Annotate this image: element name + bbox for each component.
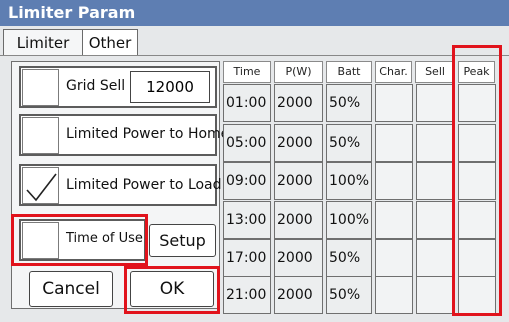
peak-checkbox[interactable]: [458, 201, 496, 239]
sell-checkbox[interactable]: [416, 239, 454, 277]
time-of-use-label: Time of Use: [66, 231, 143, 246]
charge-checkbox[interactable]: [375, 201, 413, 239]
check-icon: [26, 173, 57, 202]
batt-cell[interactable]: 50%: [326, 239, 372, 277]
peak-checkbox[interactable]: [458, 239, 496, 277]
charge-checkbox[interactable]: [375, 162, 413, 200]
tab-limiter[interactable]: Limiter: [3, 29, 83, 56]
limited-home-checkbox[interactable]: [22, 117, 59, 154]
limiter-param-window: Limiter Param Limiter Other Grid Sell 12…: [0, 0, 509, 322]
time-of-use-checkbox[interactable]: [22, 222, 59, 259]
power-cell[interactable]: 2000: [274, 84, 323, 122]
header-batt: Batt: [326, 61, 372, 83]
sell-checkbox[interactable]: [416, 124, 454, 162]
header-peak: Peak: [458, 61, 495, 83]
power-cell[interactable]: 2000: [274, 239, 323, 277]
tab-other[interactable]: Other: [82, 29, 138, 56]
time-cell[interactable]: 17:00: [223, 239, 271, 277]
window-title: Limiter Param: [0, 0, 509, 26]
header-sell: Sell: [415, 61, 455, 83]
charge-checkbox[interactable]: [375, 124, 413, 162]
peak-checkbox[interactable]: [458, 276, 496, 314]
power-cell[interactable]: 2000: [274, 201, 323, 239]
tab-divider: [0, 55, 509, 56]
time-cell[interactable]: 21:00: [223, 276, 271, 314]
charge-checkbox[interactable]: [375, 239, 413, 277]
ok-button[interactable]: OK: [130, 271, 214, 307]
batt-cell[interactable]: 50%: [326, 124, 372, 162]
limited-load-label: Limited Power to Load: [66, 177, 222, 193]
time-cell[interactable]: 05:00: [223, 124, 271, 162]
header-power: P(W): [274, 61, 323, 83]
peak-checkbox[interactable]: [458, 162, 496, 200]
header-char: Char.: [375, 61, 412, 83]
batt-cell[interactable]: 50%: [326, 84, 372, 122]
power-cell[interactable]: 2000: [274, 276, 323, 314]
time-cell[interactable]: 13:00: [223, 201, 271, 239]
charge-checkbox[interactable]: [375, 84, 413, 122]
sell-checkbox[interactable]: [416, 162, 454, 200]
power-cell[interactable]: 2000: [274, 124, 323, 162]
batt-cell[interactable]: 100%: [326, 162, 372, 200]
peak-checkbox[interactable]: [458, 84, 496, 122]
header-time: Time: [223, 61, 271, 83]
sell-checkbox[interactable]: [416, 201, 454, 239]
sell-checkbox[interactable]: [416, 84, 454, 122]
setup-button[interactable]: Setup: [149, 224, 216, 257]
limited-load-checkbox[interactable]: [22, 167, 59, 204]
peak-checkbox[interactable]: [458, 124, 496, 162]
grid-sell-label: Grid Sell: [66, 78, 126, 94]
charge-checkbox[interactable]: [375, 276, 413, 314]
batt-cell[interactable]: 100%: [326, 201, 372, 239]
grid-sell-checkbox[interactable]: [22, 69, 59, 106]
time-cell[interactable]: 09:00: [223, 162, 271, 200]
cancel-button[interactable]: Cancel: [29, 271, 113, 307]
grid-sell-input[interactable]: 12000: [130, 71, 210, 103]
power-cell[interactable]: 2000: [274, 162, 323, 200]
limited-home-label: Limited Power to Home: [66, 126, 230, 142]
batt-cell[interactable]: 50%: [326, 276, 372, 314]
time-cell[interactable]: 01:00: [223, 84, 271, 122]
sell-checkbox[interactable]: [416, 276, 454, 314]
